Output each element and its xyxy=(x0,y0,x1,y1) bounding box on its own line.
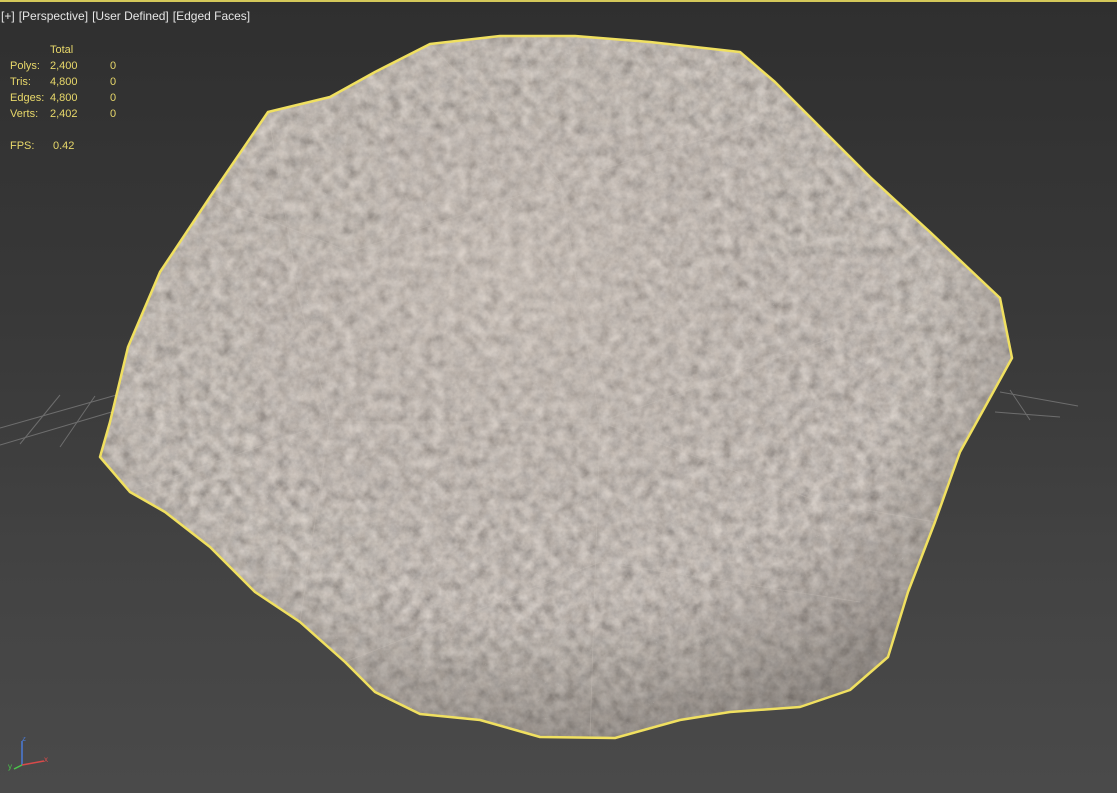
gizmo-x-label: x xyxy=(44,755,48,764)
scene-canvas[interactable] xyxy=(0,2,1117,793)
axis-tripod-icon: z x y xyxy=(8,737,48,771)
gizmo-y-label: y xyxy=(8,762,12,771)
rock-mesh[interactable] xyxy=(90,32,1020,752)
perspective-viewport[interactable]: [+] [Perspective] [User Defined] [Edged … xyxy=(0,0,1117,793)
gizmo-z-label: z xyxy=(22,737,26,743)
